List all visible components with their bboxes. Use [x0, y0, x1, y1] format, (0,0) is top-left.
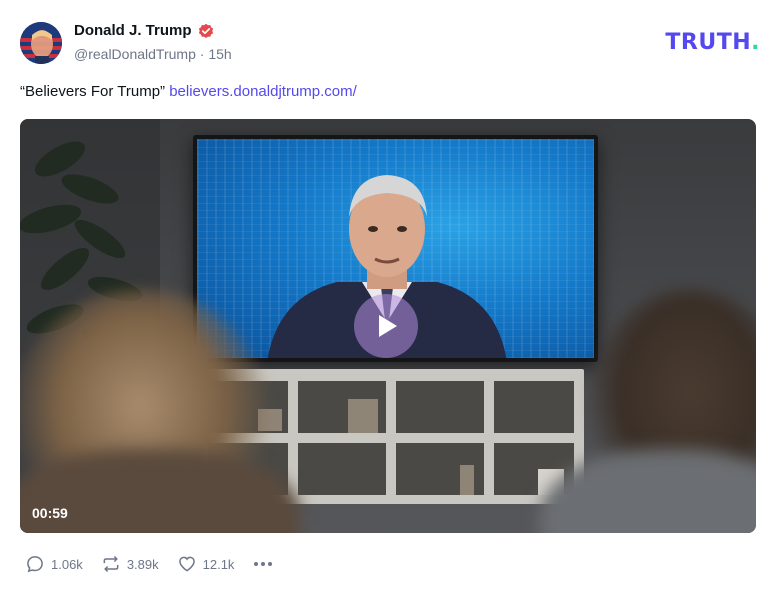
- video-duration: 00:59: [32, 505, 68, 521]
- video-player[interactable]: 00:59: [20, 119, 756, 533]
- action-bar: 1.06k 3.89k 12.1k: [25, 554, 274, 574]
- post-timestamp[interactable]: 15h: [208, 46, 231, 62]
- meta-separator: ·: [195, 46, 209, 62]
- truth-logo[interactable]: TRUTH.: [665, 30, 760, 55]
- like-button[interactable]: 12.1k: [177, 554, 235, 574]
- logo-dot: .: [751, 30, 760, 55]
- post-text: “Believers For Trump”: [20, 83, 170, 100]
- reply-button[interactable]: 1.06k: [25, 554, 83, 574]
- retruth-icon: [103, 555, 119, 573]
- reply-count: 1.06k: [51, 556, 83, 572]
- author-meta: @realDonaldTrump · 15h: [74, 46, 232, 62]
- reply-icon: [27, 556, 43, 573]
- like-count: 12.1k: [202, 556, 235, 572]
- post-header: Donald J. Trump @realDonaldTrump · 15h T…: [20, 20, 760, 66]
- avatar[interactable]: [20, 22, 62, 64]
- play-button[interactable]: [354, 294, 418, 358]
- more-options-button[interactable]: [252, 554, 274, 574]
- author-name[interactable]: Donald J. Trump: [74, 22, 192, 39]
- heart-icon: [178, 556, 195, 572]
- author-handle[interactable]: @realDonaldTrump: [74, 46, 196, 62]
- post-link[interactable]: believers.donaldjtrump.com/: [169, 83, 357, 100]
- logo-text: TRUTH: [665, 30, 752, 55]
- play-icon: [379, 315, 397, 337]
- retruth-button[interactable]: 3.89k: [101, 554, 159, 574]
- retruth-count: 3.89k: [126, 556, 159, 572]
- verified-badge-icon: [198, 23, 214, 39]
- more-dots-icon: [254, 562, 273, 566]
- post-body: “Believers For Trump” believers.donaldjt…: [20, 83, 357, 100]
